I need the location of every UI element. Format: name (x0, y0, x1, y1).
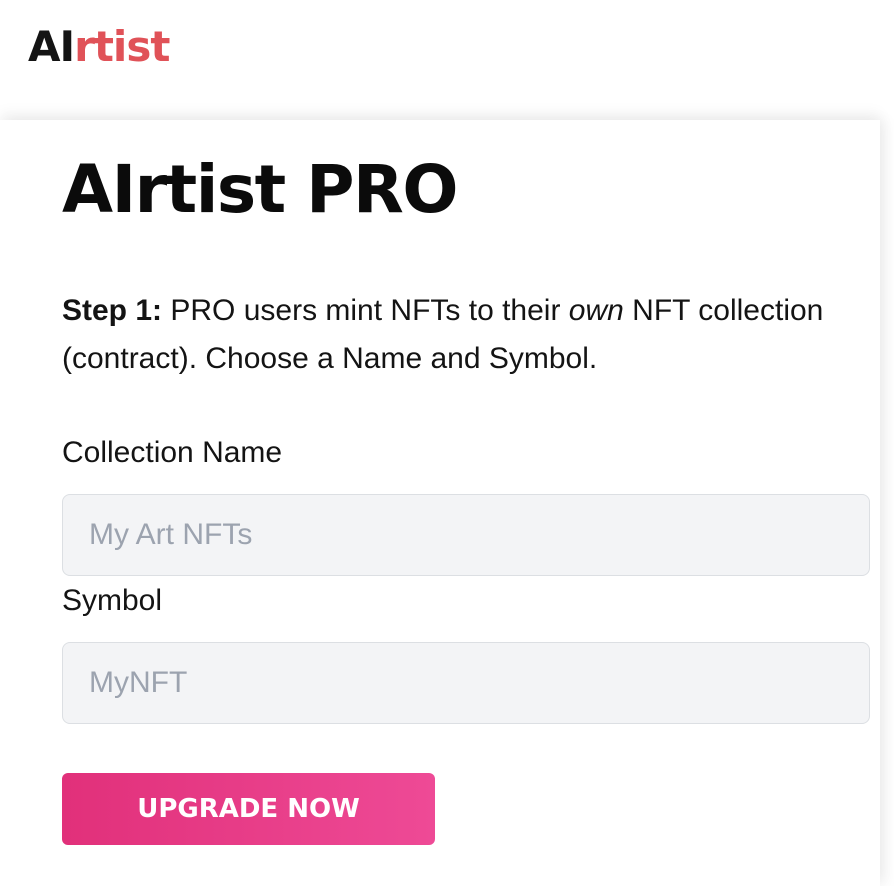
symbol-input[interactable] (62, 642, 870, 724)
step-text-before: PRO users mint NFTs to their (162, 294, 569, 327)
step-emphasis: own (568, 294, 624, 327)
page-title: AIrtist PRO (62, 151, 458, 228)
symbol-label: Symbol (62, 584, 163, 617)
collection-name-input[interactable] (62, 494, 870, 576)
airtist-logo[interactable]: AIrtist (28, 22, 170, 72)
top-bar: AIrtist (0, 0, 894, 120)
step-description: Step 1: PRO users mint NFTs to their own… (62, 287, 852, 383)
collection-name-label: Collection Name (62, 436, 283, 469)
step-label: Step 1: (62, 294, 163, 327)
upgrade-now-button[interactable]: UPGRADE NOW (62, 773, 435, 845)
logo-text-ai: AI (28, 22, 75, 71)
logo-text-rtist: rtist (74, 22, 170, 71)
